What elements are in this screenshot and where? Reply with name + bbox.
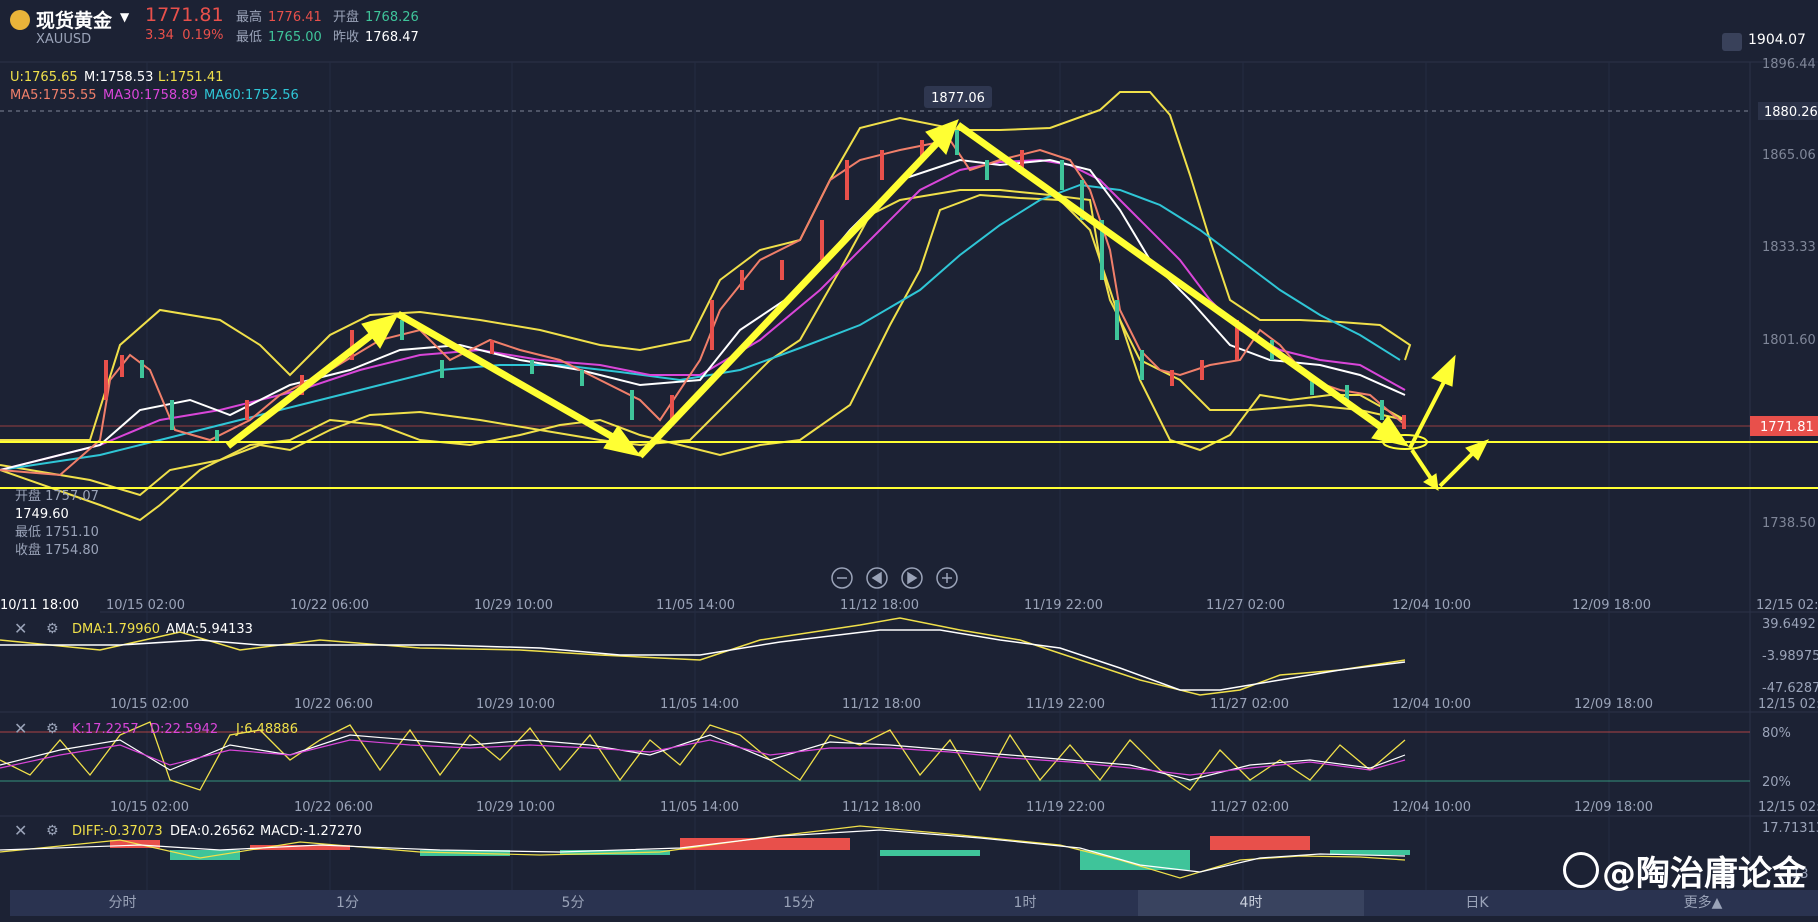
svg-text:12/09 18:00: 12/09 18:00 xyxy=(1574,800,1653,815)
kdj-j-label: J:6.48886 xyxy=(235,722,298,737)
price-tick: 1865.06 xyxy=(1762,148,1816,163)
svg-text:11/05 14:00: 11/05 14:00 xyxy=(656,598,735,613)
svg-text:MA30:1758.89: MA30:1758.89 xyxy=(103,88,198,103)
svg-text:10/15 02:00: 10/15 02:00 xyxy=(106,598,185,613)
svg-text:-47.6287: -47.6287 xyxy=(1762,681,1818,696)
ama-label: AMA:5.94133 xyxy=(166,622,253,637)
tab-1hour[interactable]: 1时 xyxy=(912,890,1138,916)
svg-text:11/12 18:00: 11/12 18:00 xyxy=(842,800,921,815)
watermark-text: @陶治庸论金 xyxy=(1602,854,1806,894)
svg-text:12/15 02:00: 12/15 02:00 xyxy=(1756,598,1818,613)
svg-text:10/11 18:00: 10/11 18:00 xyxy=(0,598,79,613)
svg-text:12/09 18:00: 12/09 18:00 xyxy=(1572,598,1651,613)
price-tick: 1738.50 xyxy=(1762,516,1816,531)
kdj-20: 20% xyxy=(1762,775,1791,790)
svg-text:最低 1751.10: 最低 1751.10 xyxy=(15,525,99,540)
gear-icon[interactable]: ⚙ xyxy=(46,823,59,839)
svg-text:L:1751.41: L:1751.41 xyxy=(158,70,223,85)
last-price-tag: 1771.81 xyxy=(1760,420,1814,435)
macd-axis-top: 17.71313 xyxy=(1762,821,1818,836)
svg-text:11/05 14:00: 11/05 14:00 xyxy=(660,800,739,815)
kdj-d-label: D:22.5942 xyxy=(150,722,218,737)
timeframe-tabs: 分时 1分 5分 15分 1时 4时 日K 更多▲ xyxy=(10,890,1818,916)
price-axis: 1896.44 1865.06 1833.33 1801.60 1738.50 xyxy=(1762,57,1816,531)
macd-dea-label: DEA:0.26562 xyxy=(170,824,255,839)
svg-text:10/29 10:00: 10/29 10:00 xyxy=(476,697,555,712)
close-kdj-icon[interactable]: ✕ xyxy=(14,719,27,738)
price-tick: 1833.33 xyxy=(1762,240,1816,255)
dma-axis: 39.6492 -3.98975 -47.6287 xyxy=(1762,617,1818,696)
trend-arrows xyxy=(225,119,1490,491)
tab-daily[interactable]: 日K xyxy=(1364,890,1590,916)
svg-text:12/15 02:00: 12/15 02:00 xyxy=(1758,697,1818,712)
price-tick: 1896.44 xyxy=(1762,57,1816,72)
kline-chart[interactable]: 1877.06 1896.44 1865.06 1833.33 1801.60 … xyxy=(0,0,1818,922)
svg-text:收盘 1754.80: 收盘 1754.80 xyxy=(15,542,99,558)
sub-time-axis: 10/15 02:00 10/22 06:00 10/29 10:00 11/05 … xyxy=(110,697,1818,712)
svg-text:39.6492: 39.6492 xyxy=(1762,617,1816,632)
tab-1min[interactable]: 1分 xyxy=(235,890,460,916)
kdj-80: 80% xyxy=(1762,726,1791,741)
ma-legend: MA5:1755.55 MA30:1758.89 MA60:1752.56 xyxy=(10,88,299,103)
svg-text:10/22 06:00: 10/22 06:00 xyxy=(294,697,373,712)
svg-text:U:1765.65: U:1765.65 xyxy=(10,70,78,85)
weibo-logo-icon xyxy=(1563,852,1599,888)
svg-text:11/19 22:00: 11/19 22:00 xyxy=(1026,800,1105,815)
svg-text:10/29 10:00: 10/29 10:00 xyxy=(476,800,555,815)
svg-text:11/19 22:00: 11/19 22:00 xyxy=(1026,697,1105,712)
price-tick: 1801.60 xyxy=(1762,333,1816,348)
hover-readout: 开盘 1757.07 1749.60 最低 1751.10 收盘 1754.80 xyxy=(15,488,99,558)
svg-text:M:1758.53: M:1758.53 xyxy=(84,70,153,85)
svg-text:11/12 18:00: 11/12 18:00 xyxy=(840,598,919,613)
tab-4hour[interactable]: 4时 xyxy=(1138,890,1364,916)
dma-label: DMA:1.79960 xyxy=(72,622,160,637)
svg-text:-3.98975: -3.98975 xyxy=(1762,649,1818,664)
svg-text:11/19 22:00: 11/19 22:00 xyxy=(1024,598,1103,613)
svg-text:11/12 18:00: 11/12 18:00 xyxy=(842,697,921,712)
macd-diff-label: DIFF:-0.37073 xyxy=(72,824,163,839)
svg-text:10/15 02:00: 10/15 02:00 xyxy=(110,800,189,815)
svg-text:12/09 18:00: 12/09 18:00 xyxy=(1574,697,1653,712)
boll-lower-line xyxy=(0,193,1406,522)
ma60-line xyxy=(0,183,1401,471)
ama-line xyxy=(0,629,1406,691)
kdj-k-label: K:17.2257 xyxy=(72,722,139,737)
svg-text:10/22 06:00: 10/22 06:00 xyxy=(290,598,369,613)
svg-text:11/27 02:00: 11/27 02:00 xyxy=(1210,800,1289,815)
svg-text:开盘 1757.07: 开盘 1757.07 xyxy=(15,488,99,504)
svg-text:11/27 02:00: 11/27 02:00 xyxy=(1210,697,1289,712)
high-marker-label: 1877.06 xyxy=(931,91,985,106)
tab-5min[interactable]: 5分 xyxy=(460,890,686,916)
svg-text:12/04 10:00: 12/04 10:00 xyxy=(1392,598,1471,613)
gear-icon[interactable]: ⚙ xyxy=(46,621,59,637)
gear-icon[interactable]: ⚙ xyxy=(46,721,59,737)
time-axis: 10/11 18:00 10/15 02:00 10/22 06:00 10/2… xyxy=(0,596,1818,614)
alert-price-label: 1880.26 xyxy=(1764,105,1818,120)
macd-value-label: MACD:-1.27270 xyxy=(260,824,362,839)
tab-realtime[interactable]: 分时 xyxy=(10,890,235,916)
svg-text:10/15 02:00: 10/15 02:00 xyxy=(110,697,189,712)
chart-nav-controls[interactable] xyxy=(831,567,958,589)
svg-text:12/04 10:00: 12/04 10:00 xyxy=(1392,800,1471,815)
tab-15min[interactable]: 15分 xyxy=(686,890,912,916)
svg-text:MA60:1752.56: MA60:1752.56 xyxy=(204,88,299,103)
boll-legend: U:1765.65 M:1758.53 L:1751.41 xyxy=(10,70,223,85)
svg-text:10/22 06:00: 10/22 06:00 xyxy=(294,800,373,815)
svg-text:12/04 10:00: 12/04 10:00 xyxy=(1392,697,1471,712)
macd-histogram xyxy=(110,836,1410,870)
svg-text:MA5:1755.55: MA5:1755.55 xyxy=(10,88,97,103)
boll-mid-line xyxy=(0,189,1406,497)
svg-text:1749.60: 1749.60 xyxy=(15,507,69,522)
svg-text:11/05 14:00: 11/05 14:00 xyxy=(660,697,739,712)
svg-text:10/29 10:00: 10/29 10:00 xyxy=(474,598,553,613)
close-macd-icon[interactable]: ✕ xyxy=(14,821,27,840)
sub-time-axis-2: 10/15 02:00 10/22 06:00 10/29 10:00 11/05 … xyxy=(110,800,1818,815)
svg-text:11/27 02:00: 11/27 02:00 xyxy=(1206,598,1285,613)
close-dma-icon[interactable]: ✕ xyxy=(14,619,27,638)
svg-text:12/15 02:00: 12/15 02:00 xyxy=(1758,800,1818,815)
